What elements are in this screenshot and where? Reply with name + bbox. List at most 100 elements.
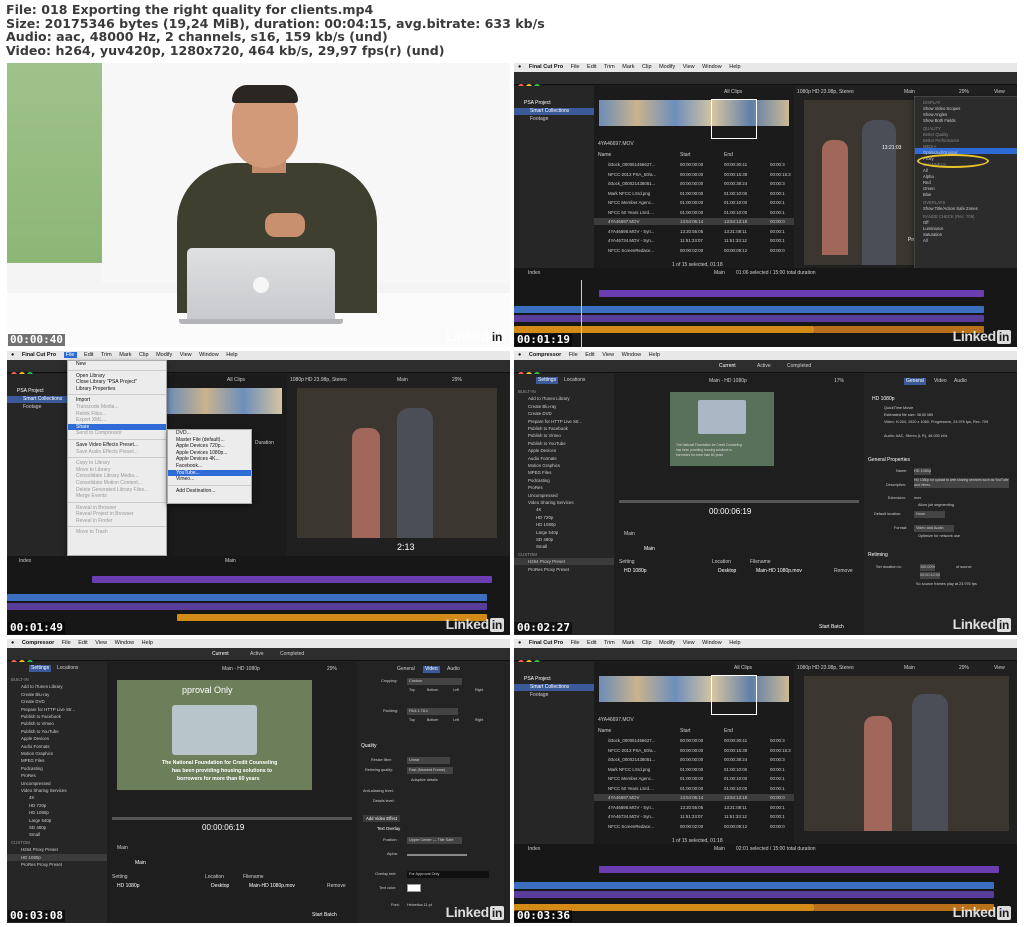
clip-row-name[interactable]: iStock_000021438051... — [608, 756, 655, 763]
clip-row-name[interactable]: Mark NFCC LSrd.png — [608, 190, 650, 197]
timeline-clip[interactable] — [7, 594, 487, 601]
custom-preset[interactable]: H264 Proxy Preset — [21, 846, 58, 853]
clip-row-name[interactable]: iStock_000021438051... — [608, 180, 655, 187]
col-end[interactable]: End — [724, 728, 733, 735]
view-menu-range[interactable]: All — [923, 237, 928, 244]
job-filename[interactable]: Main-HD 1080p.mov — [249, 883, 295, 890]
file-menu-item[interactable]: Save Video Effects Preset... — [68, 442, 166, 449]
padding-select[interactable]: Fit/4:1.78:1 — [407, 708, 458, 715]
file-menu-item[interactable]: Share — [68, 423, 166, 431]
job-location[interactable]: Desktop — [718, 568, 736, 575]
file-menu-item[interactable]: Move to Library — [68, 467, 166, 474]
custom-preset[interactable]: ProRes Proxy Preset — [528, 566, 569, 573]
setting-item[interactable]: Publish to YouTube — [528, 440, 566, 447]
share-menu-item[interactable]: Apple Devices 4K... — [168, 456, 251, 463]
share-menu-item[interactable]: Apple Devices 720p... — [168, 443, 251, 450]
viewer-view[interactable]: View — [994, 665, 1005, 672]
alpha-slider[interactable] — [407, 854, 467, 856]
custom-preset[interactable]: H264 Proxy Preset — [528, 558, 565, 565]
setting-item[interactable]: Motion Graphics — [21, 750, 53, 757]
setting-item[interactable]: Apple Devices — [528, 447, 556, 454]
menu-file[interactable]: File — [63, 352, 77, 358]
menu-window[interactable]: Window — [199, 352, 219, 358]
setting-item[interactable]: Add to iTunes Library — [528, 395, 570, 402]
name-field[interactable]: HD 1080p — [914, 468, 932, 475]
file-menu-item[interactable]: Export XML... — [68, 417, 166, 424]
setting-item[interactable]: ProRes — [21, 772, 36, 779]
custom-section[interactable]: CUSTOM — [518, 551, 537, 558]
menu-help[interactable]: Help — [226, 352, 237, 358]
cropping-select[interactable]: Custom — [407, 678, 463, 685]
thumbnail-1[interactable]: 00:00:40 Linked in — [7, 63, 510, 347]
text-color-well[interactable] — [407, 884, 421, 892]
menu-help[interactable]: Help — [142, 640, 153, 646]
sharing-preset[interactable]: HD 1080p — [536, 521, 556, 528]
overlay-text-field[interactable]: For Approval Only — [407, 871, 490, 878]
menu-trim[interactable]: Trim — [101, 352, 112, 358]
apple-menu-icon[interactable]: ● — [11, 352, 14, 358]
col-end[interactable]: End — [724, 152, 733, 159]
job-setting[interactable]: HD 1080p — [624, 568, 647, 575]
view-menu-item[interactable]: Show Both Fields — [923, 117, 956, 124]
menu-mark[interactable]: Mark — [119, 352, 131, 358]
clip-row-name[interactable]: 4YA46698.MOV - Syn... — [608, 228, 655, 235]
menu-help[interactable]: Help — [729, 64, 740, 70]
sharing-preset[interactable]: Small — [29, 831, 40, 838]
app-name[interactable]: Compressor — [22, 640, 54, 646]
text-overlay-section[interactable]: Text Overlay — [377, 825, 400, 832]
anti-alias-label[interactable]: Anti-aliasing level: — [363, 788, 394, 795]
sharing-preset[interactable]: HD 1080p — [29, 809, 49, 816]
menu-clip[interactable]: Clip — [642, 64, 651, 70]
start-batch-button[interactable]: Start Batch — [312, 912, 337, 919]
share-menu-item[interactable]: DVD... — [168, 430, 251, 437]
menu-edit[interactable]: Edit — [587, 64, 596, 70]
setting-item[interactable]: Publish to Facebook — [528, 425, 568, 432]
sharing-preset[interactable]: 4K — [29, 794, 34, 801]
tab-current[interactable]: Current — [719, 363, 736, 370]
col-start[interactable]: Start — [680, 728, 691, 735]
timeline-clip[interactable] — [7, 603, 487, 610]
apple-menu-icon[interactable]: ● — [518, 640, 521, 646]
clip-row-name[interactable]: 4YA46698.MOV - Syn... — [608, 804, 655, 811]
menu-edit[interactable]: Edit — [585, 352, 594, 358]
app-name[interactable]: Compressor — [529, 352, 561, 358]
setting-item[interactable]: Uncompressed — [21, 780, 51, 787]
viewer-view[interactable]: View — [994, 89, 1005, 96]
tab-audio[interactable]: Audio — [954, 378, 967, 385]
timeline-clip[interactable] — [599, 290, 984, 297]
thumbnail-5[interactable]: ● Compressor File Edit View Window Help … — [7, 639, 510, 923]
col-duration[interactable]: Duration — [255, 440, 274, 447]
tab-video[interactable]: Video — [423, 666, 440, 673]
index-button[interactable]: Index — [528, 846, 540, 853]
clip-row-name[interactable]: iStock_000051456627... — [608, 161, 655, 168]
smart-collections[interactable]: Smart Collections — [530, 684, 569, 691]
add-video-effect-button[interactable]: Add Video Effect — [363, 815, 401, 822]
file-menu-item[interactable]: Close Library "PSA Project" — [68, 379, 166, 386]
file-menu-item[interactable]: Reveal in Finder — [68, 518, 166, 525]
apple-menu-icon[interactable]: ● — [518, 64, 521, 70]
setting-item[interactable]: Podcasting — [21, 765, 43, 772]
timeline-clip[interactable] — [599, 866, 999, 873]
source-frames[interactable]: So source frames play at 23.976 fps — [916, 581, 977, 588]
sharing-preset[interactable]: SD 480p — [29, 824, 46, 831]
apple-menu-icon[interactable]: ● — [518, 352, 521, 358]
footage-event[interactable]: Footage — [530, 692, 548, 699]
setting-item[interactable]: Audio Formats — [21, 743, 50, 750]
allow-segmenting[interactable]: Allow job segmenting — [918, 502, 954, 509]
sharing-preset[interactable]: Small — [536, 543, 547, 550]
setting-item[interactable]: MPEG Files — [21, 757, 44, 764]
tab-active[interactable]: Active — [757, 363, 771, 370]
details-label[interactable]: Details level: — [373, 798, 395, 805]
thumbnail-2[interactable]: ● Final Cut Pro File Edit Trim Mark Clip… — [514, 63, 1017, 347]
setting-item[interactable]: Publish to Vimeo — [21, 720, 54, 727]
optimize-network[interactable]: Optimize for network use — [918, 533, 960, 540]
menu-modify[interactable]: Modify — [156, 352, 172, 358]
scrubber[interactable] — [619, 500, 859, 503]
menu-file[interactable]: File — [62, 640, 71, 646]
setting-item[interactable]: Add to iTunes Library — [21, 683, 63, 690]
menu-view[interactable]: View — [180, 352, 192, 358]
clip-row-name[interactable]: NFCC 60 Years LSrd.... — [608, 785, 654, 792]
thumbnail-3[interactable]: ● Final Cut Pro File Edit Trim Mark Clip… — [7, 351, 510, 635]
file-menu-item[interactable]: Delete Generated Library Files... — [68, 487, 166, 494]
timeline-clip[interactable] — [514, 882, 994, 889]
